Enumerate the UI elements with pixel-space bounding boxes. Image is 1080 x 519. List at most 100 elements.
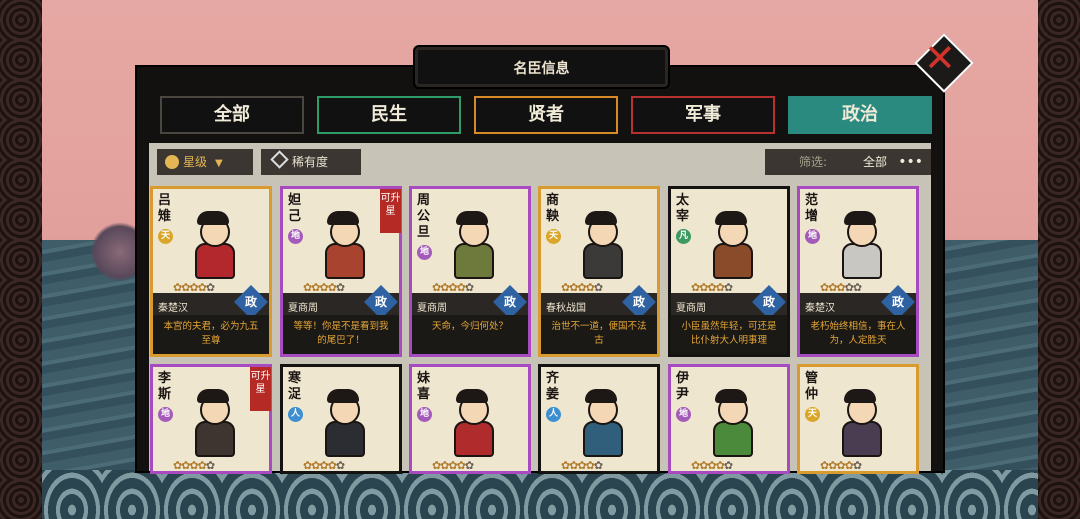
portrait-robe xyxy=(583,243,623,279)
star-filled: ✿✿✿✿ xyxy=(691,459,725,472)
minister-portrait xyxy=(705,209,757,279)
minister-quote: 老朽始终相信，事在人为，人定胜天 xyxy=(800,315,916,354)
star-empty: ✿ xyxy=(723,459,733,472)
wave-foam xyxy=(42,470,1038,519)
filter-value: 全部 xyxy=(863,155,888,169)
minister-portrait xyxy=(575,209,627,279)
era-label: 秦楚汉 xyxy=(805,303,835,314)
portrait-hair xyxy=(197,211,229,225)
sort-rarity-button[interactable]: 稀有度 xyxy=(261,149,361,175)
filter-dropdown[interactable]: 筛选: 全部 ••• xyxy=(765,149,931,175)
tab-livelihood[interactable]: 民生 xyxy=(317,96,461,134)
minister-card[interactable]: 吕 雉天 ✿✿✿✿✿ 秦楚汉政本宫的夫君，必为九五至尊 xyxy=(150,186,272,357)
minister-name: 管 仲 xyxy=(805,371,819,402)
minister-name: 伊 尹 xyxy=(676,371,690,402)
grade-badge: 地 xyxy=(288,229,303,244)
tab-politics[interactable]: 政治 xyxy=(788,96,932,134)
star-empty: ✿ xyxy=(464,459,474,472)
tab-sage[interactable]: 贤者 xyxy=(474,96,618,134)
sort-star-button[interactable]: 星级 ▼ xyxy=(157,149,253,175)
minister-card[interactable]: 寒 浞人 ✿✿✿✿✿ xyxy=(280,364,402,474)
star-rating: ✿✿✿✿✿ xyxy=(561,459,603,472)
star-flower-icon xyxy=(165,155,179,169)
upgrade-badge: 可升星 xyxy=(380,189,401,233)
minister-card[interactable]: 商 鞅天 ✿✿✿✿✿ 春秋战国政治世不一道，便国不法古 xyxy=(538,186,660,357)
minister-name: 寒 浞 xyxy=(288,371,302,402)
grade-badge: 天 xyxy=(805,407,820,422)
title-bar: 名臣信息 xyxy=(413,45,670,89)
politics-badge-label: 政 xyxy=(374,294,388,309)
minister-portrait xyxy=(317,209,369,279)
grade-badge: 地 xyxy=(417,245,432,260)
minister-portrait xyxy=(705,387,757,457)
portrait-robe xyxy=(325,421,365,457)
portrait-robe xyxy=(842,421,882,457)
portrait-hair xyxy=(327,211,359,225)
star-rating: ✿✿✿✿✿ xyxy=(432,459,474,472)
minister-quote: 等等！你是不是看到我的尾巴了！ xyxy=(283,315,399,354)
portrait-robe xyxy=(583,421,623,457)
sort-label: 星级 xyxy=(183,155,208,169)
minister-card[interactable]: 周 公 旦地 ✿✿✿✿✿ 夏商周政天命，今归何处？ xyxy=(409,186,531,357)
star-empty: ✿ xyxy=(205,459,215,472)
minister-card[interactable]: 伊 尹地 ✿✿✿✿✿ xyxy=(668,364,790,474)
star-filled: ✿✿✿✿ xyxy=(561,459,595,472)
era-label: 夏商周 xyxy=(676,303,706,314)
portrait-hair xyxy=(585,389,617,403)
grade-badge: 凡 xyxy=(676,229,691,244)
portrait-hair xyxy=(715,389,747,403)
minister-card[interactable]: 妹 喜地 ✿✿✿✿✿ xyxy=(409,364,531,474)
minister-card[interactable]: 太 宰凡 ✿✿✿✿✿ 夏商周政小臣虽然年轻，可还是比仆射大人明事理 xyxy=(668,186,790,357)
politics-badge-label: 政 xyxy=(762,294,776,309)
minister-card[interactable]: 齐 姜人 ✿✿✿✿✿ xyxy=(538,364,660,474)
star-filled: ✿✿✿✿ xyxy=(173,459,207,472)
portrait-robe xyxy=(195,243,235,279)
dropdown-arrow-icon: ▼ xyxy=(215,158,223,169)
portrait-hair xyxy=(327,389,359,403)
minister-portrait xyxy=(575,387,627,457)
portrait-robe xyxy=(454,243,494,279)
portrait-hair xyxy=(197,389,229,403)
minister-portrait xyxy=(187,387,239,457)
close-button[interactable]: ✕ xyxy=(913,32,974,93)
minister-card[interactable]: 管 仲天 ✿✿✿✿✿ xyxy=(797,364,919,474)
right-border-pattern xyxy=(1038,0,1080,519)
minister-name: 李 斯 xyxy=(158,371,172,402)
diamond-icon xyxy=(270,150,289,169)
minister-portrait xyxy=(446,387,498,457)
minister-portrait xyxy=(446,209,498,279)
star-rating: ✿✿✿✿✿ xyxy=(173,459,215,472)
portrait-hair xyxy=(844,389,876,403)
portrait-robe xyxy=(713,421,753,457)
tab-military[interactable]: 军事 xyxy=(631,96,775,134)
minister-name: 妹 喜 xyxy=(417,371,431,402)
minister-portrait xyxy=(317,387,369,457)
star-empty: ✿ xyxy=(852,459,862,472)
star-empty: ✿ xyxy=(335,459,345,472)
minister-portrait xyxy=(834,209,886,279)
minister-name: 齐 姜 xyxy=(546,371,560,402)
rarity-label: 稀有度 xyxy=(292,155,329,169)
minister-portrait xyxy=(834,387,886,457)
portrait-hair xyxy=(715,211,747,225)
minister-card[interactable]: 范 增地 ✿✿✿✿✿ 秦楚汉政老朽始终相信，事在人为，人定胜天 xyxy=(797,186,919,357)
left-border-pattern xyxy=(0,0,42,519)
minister-card[interactable]: 妲 己地可升星 ✿✿✿✿✿ 夏商周政等等！你是不是看到我的尾巴了！ xyxy=(280,186,402,357)
category-tabs: 全部 民生 贤者 军事 政治 xyxy=(160,96,932,138)
star-rating: ✿✿✿✿✿ xyxy=(303,459,345,472)
minister-name: 范 增 xyxy=(805,193,819,224)
politics-badge-label: 政 xyxy=(891,294,905,309)
grade-badge: 地 xyxy=(158,407,173,422)
minister-name: 太 宰 xyxy=(676,193,690,224)
tab-all[interactable]: 全部 xyxy=(160,96,304,134)
minister-portrait xyxy=(187,209,239,279)
minister-card[interactable]: 李 斯地 可升星 ✿✿✿✿✿ xyxy=(150,364,272,474)
minister-name: 周 公 旦 xyxy=(417,193,431,240)
star-rating: ✿✿✿✿✿ xyxy=(820,459,862,472)
politics-badge-label: 政 xyxy=(632,294,646,309)
close-icon: ✕ xyxy=(924,36,956,80)
portrait-robe xyxy=(842,243,882,279)
portrait-robe xyxy=(454,421,494,457)
minister-quote: 小臣虽然年轻，可还是比仆射大人明事理 xyxy=(671,315,787,354)
grade-badge: 地 xyxy=(676,407,691,422)
